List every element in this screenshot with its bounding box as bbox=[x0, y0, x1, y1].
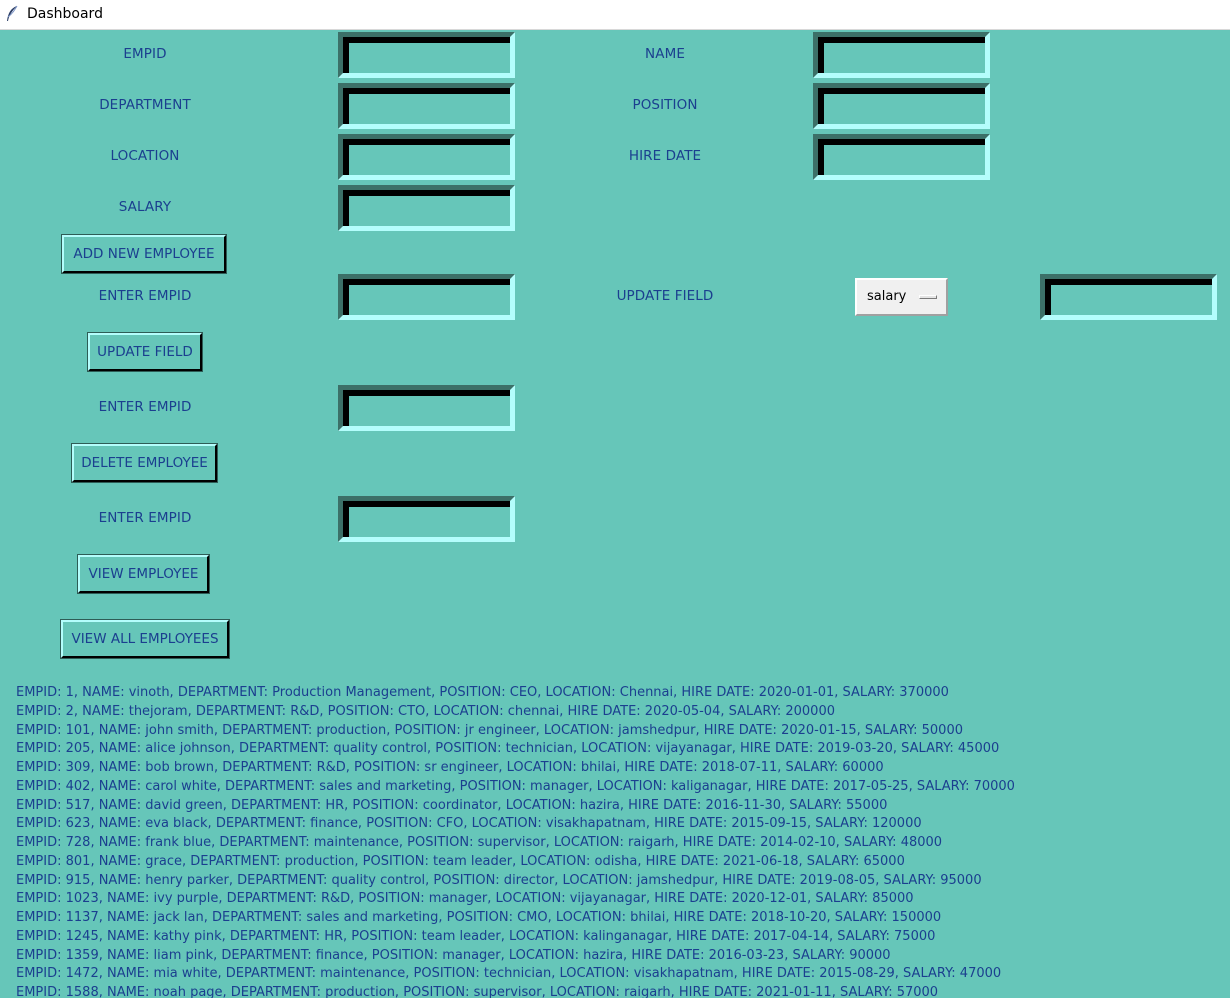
employee-records: EMPID: 1, NAME: vinoth, DEPARTMENT: Prod… bbox=[16, 684, 1216, 998]
view-empid-label: ENTER EMPID bbox=[98, 510, 192, 526]
salary-input[interactable] bbox=[349, 196, 503, 221]
update-field-label: UPDATE FIELD bbox=[616, 288, 714, 304]
empid-input[interactable] bbox=[349, 43, 503, 68]
department-label: DEPARTMENT bbox=[99, 97, 191, 113]
hire-date-entry[interactable] bbox=[813, 134, 990, 180]
record-line: EMPID: 1588, NAME: noah page, DEPARTMENT… bbox=[16, 985, 939, 998]
department-input[interactable] bbox=[349, 94, 503, 119]
salary-entry[interactable] bbox=[338, 185, 515, 231]
location-label: LOCATION bbox=[110, 148, 180, 164]
view-empid-entry[interactable] bbox=[338, 496, 515, 542]
record-line: EMPID: 517, NAME: david green, DEPARTMEN… bbox=[16, 797, 888, 813]
record-line: EMPID: 2, NAME: thejoram, DEPARTMENT: R&… bbox=[16, 703, 835, 719]
view-empid-input[interactable] bbox=[349, 507, 503, 532]
name-entry[interactable] bbox=[813, 32, 990, 78]
window-title: Dashboard bbox=[27, 6, 103, 22]
dropdown-indicator-icon bbox=[919, 295, 937, 299]
record-line: EMPID: 728, NAME: frank blue, DEPARTMENT… bbox=[16, 835, 943, 850]
update-value-entry[interactable] bbox=[1040, 274, 1217, 320]
location-input[interactable] bbox=[349, 145, 503, 170]
empid-entry[interactable] bbox=[338, 32, 515, 78]
record-line: EMPID: 1359, NAME: liam pink, DEPARTMENT… bbox=[16, 947, 891, 963]
name-label: NAME bbox=[645, 46, 685, 62]
record-line: EMPID: 309, NAME: bob brown, DEPARTMENT:… bbox=[16, 760, 884, 775]
record-line: EMPID: 1023, NAME: ivy purple, DEPARTMEN… bbox=[16, 891, 914, 907]
delete-empid-entry[interactable] bbox=[338, 385, 515, 431]
record-line: EMPID: 402, NAME: carol white, DEPARTMEN… bbox=[16, 778, 1015, 794]
name-input[interactable] bbox=[824, 43, 978, 68]
record-line: EMPID: 623, NAME: eva black, DEPARTMENT:… bbox=[16, 816, 922, 832]
position-entry[interactable] bbox=[813, 83, 990, 129]
record-line: EMPID: 101, NAME: john smith, DEPARTMENT… bbox=[16, 722, 963, 738]
record-line: EMPID: 1245, NAME: kathy pink, DEPARTMEN… bbox=[16, 928, 936, 944]
hire-date-input[interactable] bbox=[824, 145, 978, 170]
title-bar: Dashboard bbox=[0, 0, 1230, 30]
add-employee-button[interactable]: ADD NEW EMPLOYEE bbox=[61, 234, 227, 274]
delete-empid-label: ENTER EMPID bbox=[98, 399, 192, 415]
update-empid-label: ENTER EMPID bbox=[98, 288, 192, 304]
update-empid-input[interactable] bbox=[349, 285, 503, 310]
empid-label: EMPID bbox=[123, 46, 167, 62]
position-label: POSITION bbox=[632, 97, 698, 113]
delete-employee-button[interactable]: DELETE EMPLOYEE bbox=[71, 443, 218, 483]
record-line: EMPID: 1, NAME: vinoth, DEPARTMENT: Prod… bbox=[16, 685, 949, 700]
delete-empid-input[interactable] bbox=[349, 396, 503, 421]
dashboard-window: EMPID NAME DEPARTMENT POSITION LOCATION … bbox=[0, 30, 1230, 998]
location-entry[interactable] bbox=[338, 134, 515, 180]
update-value-input[interactable] bbox=[1051, 285, 1205, 310]
update-field-button[interactable]: UPDATE FIELD bbox=[87, 332, 203, 372]
position-input[interactable] bbox=[824, 94, 978, 119]
department-entry[interactable] bbox=[338, 83, 515, 129]
update-field-select[interactable]: salary bbox=[855, 278, 948, 316]
update-empid-entry[interactable] bbox=[338, 274, 515, 320]
record-line: EMPID: 1137, NAME: jack lan, DEPARTMENT:… bbox=[16, 910, 942, 925]
salary-label: SALARY bbox=[118, 199, 172, 215]
record-line: EMPID: 801, NAME: grace, DEPARTMENT: pro… bbox=[16, 853, 905, 869]
record-line: EMPID: 205, NAME: alice johnson, DEPARTM… bbox=[16, 741, 1000, 757]
view-employee-button[interactable]: VIEW EMPLOYEE bbox=[77, 554, 210, 594]
feather-icon bbox=[7, 5, 18, 21]
record-line: EMPID: 1472, NAME: mia white, DEPARTMENT… bbox=[16, 966, 1002, 982]
record-line: EMPID: 915, NAME: henry parker, DEPARTME… bbox=[16, 872, 982, 888]
view-all-employees-button[interactable]: VIEW ALL EMPLOYEES bbox=[60, 619, 230, 659]
update-field-selected: salary bbox=[867, 289, 907, 304]
hire-date-label: HIRE DATE bbox=[628, 148, 702, 164]
